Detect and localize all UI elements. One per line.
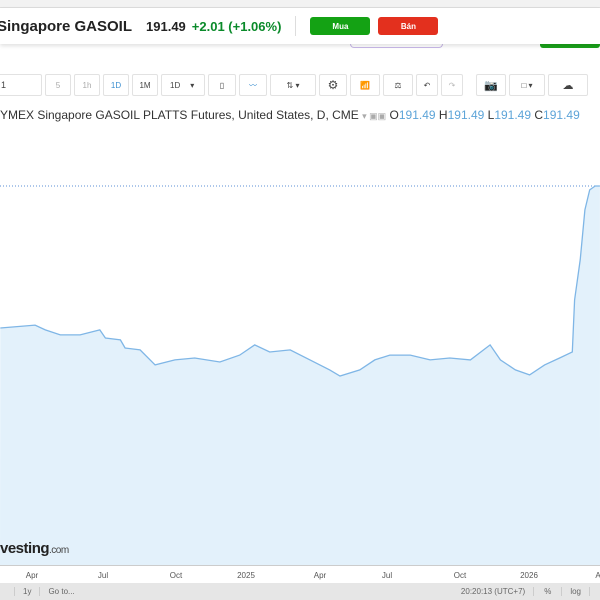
x-tick-label: Apr (25, 571, 39, 580)
clock: 20:20:13 (UTC+7) (460, 587, 526, 596)
x-tick-label: 2025 (237, 571, 255, 580)
x-tick-label: Oct (453, 571, 467, 580)
investing-logo: vesting.com (0, 540, 69, 557)
sell-button[interactable]: Bán (378, 17, 439, 35)
x-tick-label: Jul (97, 571, 109, 580)
price-change: +2.01 (+1.06%) (191, 18, 282, 34)
price-chart[interactable] (0, 0, 600, 600)
x-tick-label: Oct (169, 571, 183, 580)
x-tick-label: Jul (381, 571, 393, 580)
log-toggle[interactable]: log (561, 587, 590, 596)
divider (295, 16, 297, 36)
last-price: 191.49 (146, 18, 186, 34)
percent-toggle[interactable]: % (533, 587, 561, 596)
x-tick-label: A (595, 571, 600, 580)
time-axis: Apr Jul Oct 2025 Apr Jul Oct 2026 A (0, 565, 600, 583)
bottom-bar: 1y Go to... 20:20:13 (UTC+7) % log (0, 583, 600, 600)
buy-button[interactable]: Mua (310, 17, 371, 35)
instrument-title: Singapore GASOIL (0, 17, 133, 35)
x-tick-label: Apr (313, 571, 327, 580)
goto-button[interactable]: Go to... (39, 587, 82, 596)
x-tick-label: 2026 (520, 571, 538, 580)
price-area (0, 186, 600, 565)
instrument-header: Singapore GASOIL 191.49 +2.01 (+1.06%) M… (0, 8, 600, 44)
range-1y[interactable]: 1y (14, 587, 39, 596)
